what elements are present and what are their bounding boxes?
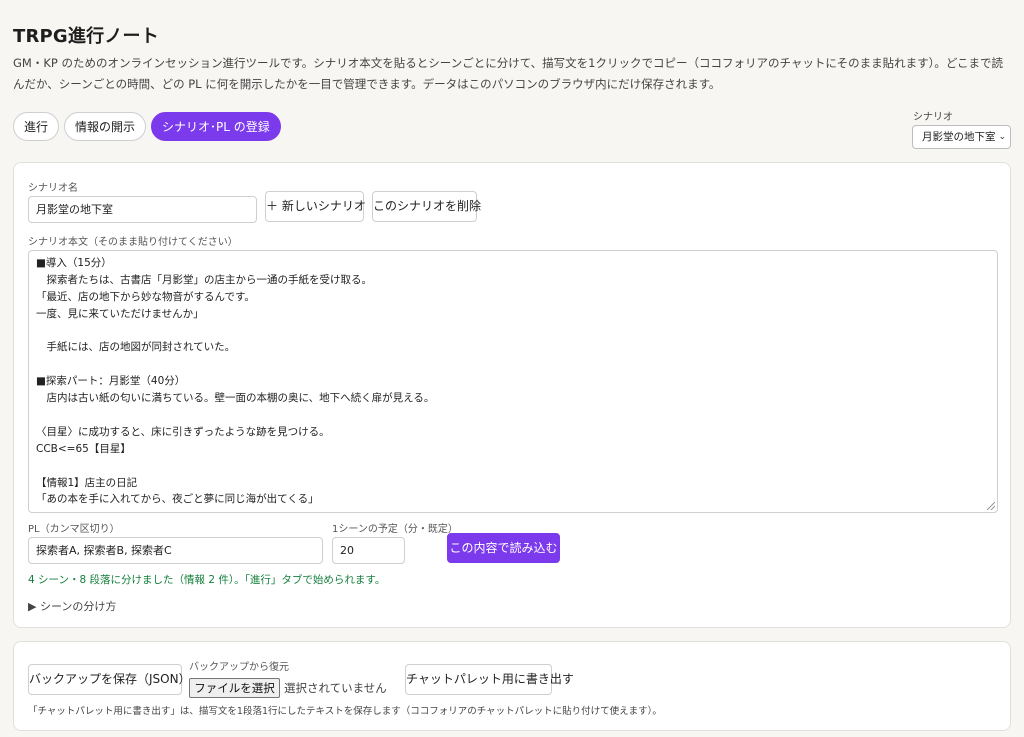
load-scenario-button[interactable]: この内容で読み込む [447,533,560,563]
scenario-body-line: 「最近、店の地下から妙な物音がするんです。 [36,290,255,303]
scenario-body-line: 一度、見に来ていただけませんか」 [36,307,204,320]
pl-label: PL（カンマ区切り） [28,524,120,535]
save-backup-button[interactable]: バックアップを保存（JSON） [28,664,191,695]
scenario-select[interactable]: 月影堂の地下室 ⌄ [912,125,1011,149]
backup-card: バックアップを保存（JSON） バックアップから復元 ファイルを選択 選択されて… [13,641,1011,731]
scenario-name-label: シナリオ名 [28,183,78,194]
scenario-body-line: ■探索パート：月影堂（40分） [36,375,186,388]
scenario-body-line [36,458,990,475]
scene-time-label: 1シーンの予定（分・既定） [332,524,458,535]
export-note: 「チャットパレット用に書き出す」は、描写文を1段落1行にしたテキストを保存します… [28,706,662,717]
new-scenario-button[interactable]: ＋ 新しいシナリオ [265,191,366,222]
scenario-body-textarea[interactable]: ■導入（15分） 探索者たちは、古書店「月影堂」の店主から一通の手紙を受け取る。… [28,250,998,513]
chevron-down-icon: ⌄ [998,132,1006,142]
scenario-body-line: 店内は古い紙の匂いに満ちている。壁一面の本棚の奥に、地下へ続く扉が見える。 [36,392,435,405]
scenario-body-line [36,407,990,424]
parse-status: 4 シーン・8 段落に分けました（情報 2 件）。「進行」タブで始められます。 [28,574,386,586]
export-palette-button[interactable]: チャットパレット用に書き出す [405,664,574,695]
scenario-body-line: 手紙には、店の地図が同封されていた。 [36,341,236,354]
pl-input[interactable]: 探索者A, 探索者B, 探索者C [28,537,323,564]
scene-split-disclosure[interactable]: ▶ シーンの分け方 [28,598,116,614]
resize-grip-icon[interactable] [987,502,995,510]
scenario-body-line: 探索者たちは、古書店「月影堂」の店主から一通の手紙を受け取る。 [36,273,372,286]
file-status: 選択されていません [284,681,387,695]
scenario-body-line [36,323,990,340]
scenario-select-label: シナリオ [913,112,953,123]
tab-progress[interactable]: 進行 [13,112,60,141]
delete-scenario-button[interactable]: このシナリオを削除 [372,191,481,222]
scenario-body-line: 〈目星〉に成功すると、床に引きずったような跡を見つける。 [36,425,330,438]
file-select-button[interactable]: ファイルを選択 [189,678,280,698]
scenario-body-text: ■導入（15分） 探索者たちは、古書店「月影堂」の店主から一通の手紙を受け取る。… [36,255,990,508]
scenario-body-line [36,356,990,373]
restore-label: バックアップから復元 [189,662,289,673]
scenario-body-line: ■導入（15分） [36,257,112,269]
tab-bar: 進行 情報の開示 シナリオ･PL の登録 [13,112,281,141]
page-title: TRPG進行ノート [13,26,159,47]
scenario-body-line: 「あの本を手に入れてから、夜ごと夢に同じ海が出てくる」 [36,493,319,506]
tab-register[interactable]: シナリオ･PL の登録 [151,112,281,141]
tab-disclosure[interactable]: 情報の開示 [64,112,147,141]
scene-time-input[interactable]: 20 [332,537,405,564]
scenario-editor-card: シナリオ名 月影堂の地下室 ＋ 新しいシナリオ このシナリオを削除 シナリオ本文… [13,162,1011,628]
app-description: GM・KP のためのオンラインセッション進行ツールです。シナリオ本文を貼るとシー… [13,56,1004,91]
scenario-name-input[interactable]: 月影堂の地下室 [28,196,257,223]
scenario-body-line: 【情報1】店主の日記 [36,476,138,489]
scenario-body-line: CCB<=65【目星】 [36,442,131,455]
scenario-select-value: 月影堂の地下室 [922,131,996,143]
scenario-body-label: シナリオ本文（そのまま貼り付けてください） [28,237,238,248]
